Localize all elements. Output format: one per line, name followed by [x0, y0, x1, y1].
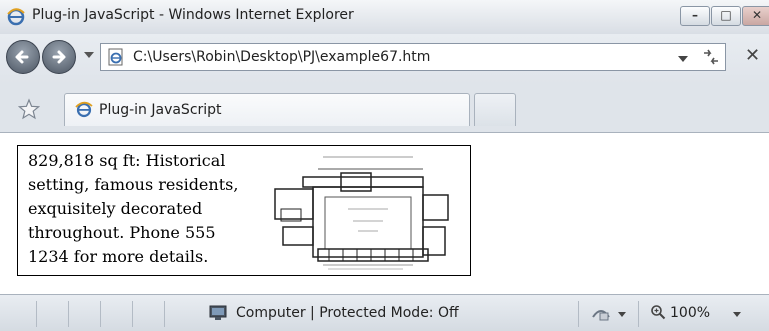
address-bar[interactable]: C:\Users\Robin\Desktop\PJ\example67.htm — [100, 43, 726, 71]
maximize-icon: □ — [720, 8, 732, 22]
status-divider — [578, 301, 579, 327]
status-divider — [638, 301, 639, 327]
security-zone-text[interactable]: Computer | Protected Mode: Off — [236, 305, 459, 321]
tab-label: Plug-in JavaScript — [99, 102, 222, 118]
refresh-icon — [704, 49, 718, 65]
security-dropdown[interactable] — [618, 312, 626, 317]
address-dropdown[interactable] — [678, 56, 688, 62]
status-divider — [68, 301, 69, 327]
stop-button[interactable]: ✕ — [745, 45, 760, 66]
status-divider — [132, 301, 133, 327]
tab-bar: Plug-in JavaScript — [0, 84, 769, 133]
back-button[interactable] — [6, 40, 40, 74]
status-divider — [100, 301, 101, 327]
property-description: 829,818 sq ft: Historical setting, famou… — [28, 151, 239, 266]
window-title: Plug-in JavaScript - Windows Internet Ex… — [32, 7, 354, 23]
close-button[interactable]: ✕ — [742, 6, 769, 26]
page-content: 829,818 sq ft: Historical setting, famou… — [0, 133, 769, 294]
zoom-dropdown[interactable] — [733, 312, 741, 317]
page-icon — [108, 48, 123, 66]
close-icon: ✕ — [751, 8, 763, 22]
maximize-button[interactable]: □ — [711, 6, 741, 26]
security-icon[interactable] — [590, 303, 612, 323]
floor-plan-image — [274, 156, 449, 270]
refresh-button[interactable] — [700, 47, 722, 67]
back-arrow-icon — [15, 50, 29, 64]
new-tab-button[interactable] — [474, 93, 516, 126]
address-url: C:\Users\Robin\Desktop\PJ\example67.htm — [133, 49, 431, 65]
minimize-icon: – — [692, 8, 698, 22]
status-divider — [36, 301, 37, 327]
recent-pages-dropdown[interactable] — [84, 52, 94, 58]
status-divider — [164, 301, 165, 327]
ie-logo-icon — [75, 101, 93, 118]
minimize-button[interactable]: – — [680, 6, 710, 26]
tab-plugin-javascript[interactable]: Plug-in JavaScript — [64, 93, 470, 126]
status-bar: Computer | Protected Mode: Off 100% — [0, 294, 769, 331]
star-icon[interactable] — [18, 98, 40, 120]
ie-logo-icon — [7, 8, 25, 26]
magnifier-icon — [651, 305, 666, 320]
listing-box: 829,818 sq ft: Historical setting, famou… — [17, 145, 471, 276]
computer-icon — [209, 305, 227, 320]
forward-button[interactable] — [42, 40, 76, 74]
title-bar: Plug-in JavaScript - Windows Internet Ex… — [0, 0, 769, 34]
zoom-level[interactable]: 100% — [670, 305, 710, 321]
forward-arrow-icon — [52, 50, 66, 64]
navigation-bar: C:\Users\Robin\Desktop\PJ\example67.htm … — [0, 34, 769, 84]
